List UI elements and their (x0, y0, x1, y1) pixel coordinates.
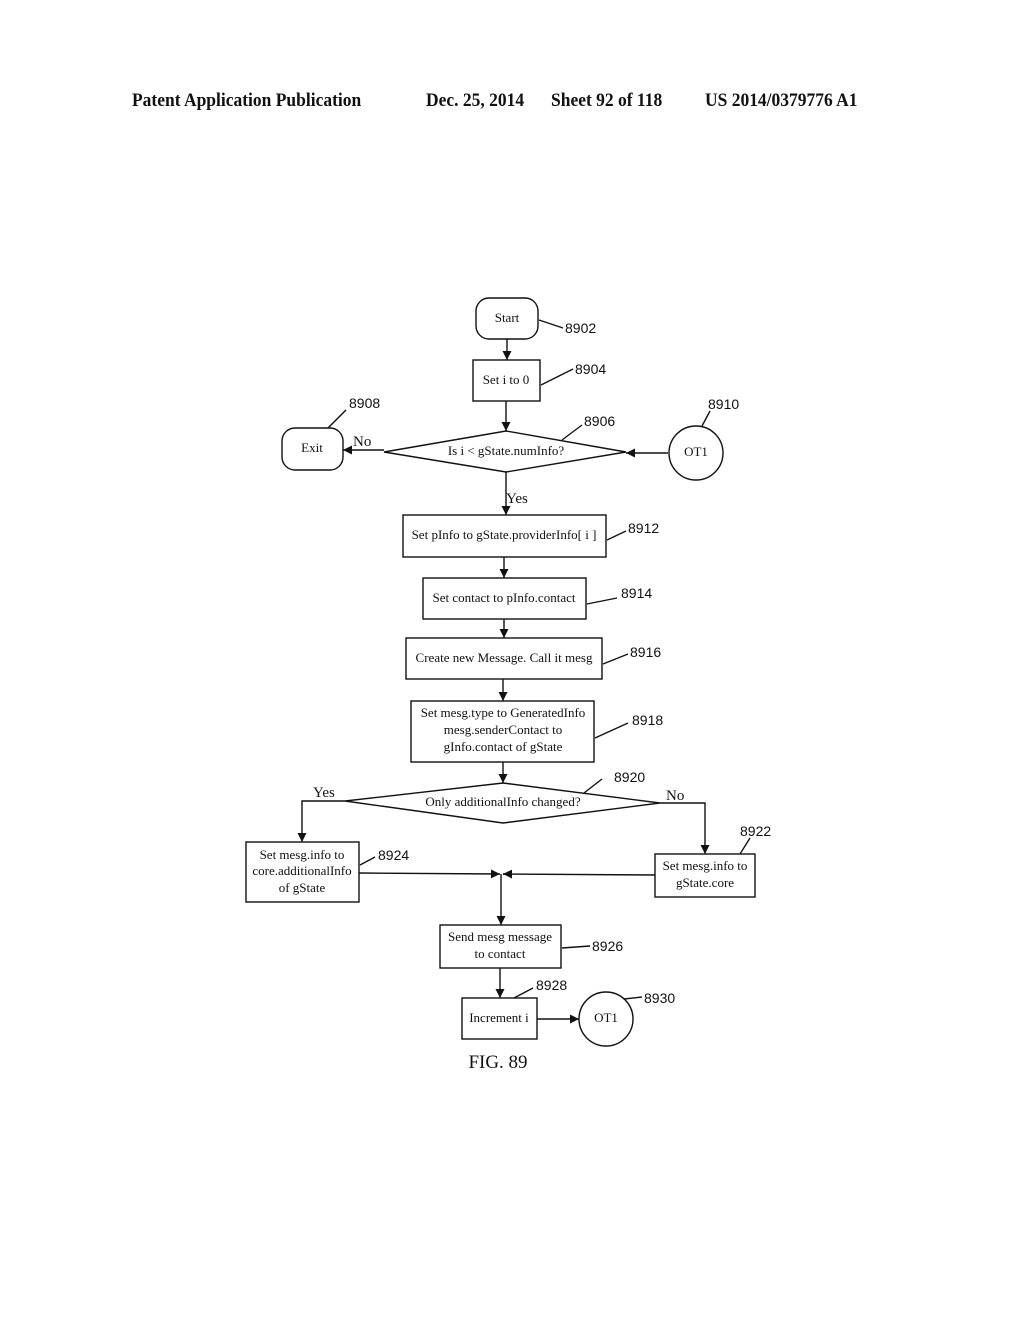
set-type-line-3: gInfo.contact of gState (444, 739, 563, 754)
ref-leader (327, 409, 347, 429)
set-contact-text: Set contact to pInfo.contact (433, 590, 576, 605)
ref-leader (586, 597, 618, 605)
arrow-additional-to-merge (358, 869, 501, 879)
label-yes: Yes (506, 491, 528, 507)
ref-8902: 8902 (565, 320, 596, 336)
ref-8920: 8920 (614, 769, 645, 785)
ref-8914: 8914 (621, 585, 652, 601)
set-additional-process: Set mesg.info to core.additionalInfo of … (245, 841, 360, 903)
exit-terminator: Exit (281, 427, 344, 471)
ref-leader (540, 368, 574, 386)
start-text: Start (495, 310, 520, 325)
set-additional-line-1: Set mesg.info to (260, 847, 345, 862)
ref-8906: 8906 (584, 413, 615, 429)
ref-leader (513, 987, 534, 999)
flowchart: Start 8902 Set i to 0 8904 Is i < gState… (245, 297, 771, 1073)
ref-8910: 8910 (708, 396, 739, 412)
ref-8930: 8930 (644, 990, 675, 1006)
set-type-line-1: Set mesg.type to GeneratedInfo (421, 705, 586, 720)
set-contact-process: Set contact to pInfo.contact (422, 577, 587, 620)
arrow-no-to-set-core (660, 802, 710, 854)
ref-leader (538, 319, 564, 329)
decision-additional-diamond: Only additionalInfo changed? (344, 782, 661, 824)
ot1-out-text: OT1 (594, 1010, 618, 1025)
send-message-process: Send mesg message to contact (439, 924, 562, 969)
ref-8922: 8922 (740, 823, 771, 839)
figure-label: FIG. 89 (468, 1052, 527, 1073)
set-type-process: Set mesg.type to GeneratedInfo mesg.send… (410, 700, 595, 763)
arrow-yes-to-set-additional (297, 800, 345, 842)
set-pinfo-process: Set pInfo to gState.providerInfo[ i ] (402, 514, 607, 558)
ref-leader (561, 424, 583, 441)
ref-8926: 8926 (592, 938, 623, 954)
set-additional-line-3: of gState (279, 880, 326, 895)
ref-8918: 8918 (632, 712, 663, 728)
label-no: No (353, 434, 371, 450)
ref-leader (739, 837, 751, 855)
set-pinfo-text: Set pInfo to gState.providerInfo[ i ] (412, 527, 597, 542)
create-message-process: Create new Message. Call it mesg (405, 637, 603, 680)
ref-8908: 8908 (349, 395, 380, 411)
decision-i-diamond: Is i < gState.numInfo? (383, 430, 627, 473)
set-additional-line-2: core.additionalInfo (252, 863, 351, 878)
ref-leader (606, 530, 627, 541)
set-i-text: Set i to 0 (483, 372, 530, 387)
set-core-line-2: gState.core (676, 875, 734, 890)
set-type-line-2: mesg.senderContact to (444, 722, 562, 737)
set-core-line-1: Set mesg.info to (663, 858, 748, 873)
create-message-text: Create new Message. Call it mesg (416, 650, 593, 665)
ref-8904: 8904 (575, 361, 606, 377)
ref-leader (561, 945, 591, 949)
ref-8916: 8916 (630, 644, 661, 660)
ot1-in-connector: OT1 (668, 425, 724, 481)
label-yes-additional: Yes (313, 785, 335, 801)
arrow-core-to-merge (502, 869, 656, 879)
ref-8912: 8912 (628, 520, 659, 536)
set-core-process: Set mesg.info to gState.core (654, 853, 756, 898)
ot1-in-text: OT1 (684, 444, 708, 459)
decision-i-text: Is i < gState.numInfo? (448, 443, 565, 458)
label-no-additional: No (666, 788, 684, 804)
ref-leader (359, 856, 376, 866)
send-message-line-2: to contact (475, 946, 526, 961)
ref-8928: 8928 (536, 977, 567, 993)
ref-leader (623, 996, 643, 1000)
decision-additional-text: Only additionalInfo changed? (425, 794, 580, 809)
ref-leader (701, 410, 711, 427)
ref-leader (594, 722, 629, 739)
send-message-line-1: Send mesg message (448, 929, 552, 944)
ot1-out-connector: OT1 (578, 991, 634, 1047)
exit-text: Exit (301, 440, 323, 455)
increment-process: Increment i (461, 997, 538, 1040)
ref-8924: 8924 (378, 847, 409, 863)
start-terminator: Start (475, 297, 539, 340)
ref-leader (583, 778, 603, 794)
set-i-process: Set i to 0 (472, 359, 541, 402)
increment-text: Increment i (469, 1010, 529, 1025)
ref-leader (602, 653, 629, 665)
